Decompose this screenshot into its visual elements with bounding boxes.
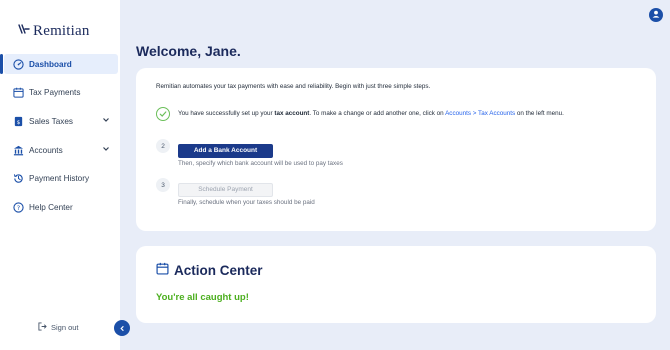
action-center-heading: Action Center: [156, 262, 263, 278]
sidebar-nav: Dashboard Tax Payments $ Sales Taxes Acc…: [0, 54, 120, 226]
setup-step-2: 2 Add a Bank Account Then, specify which…: [156, 139, 343, 167]
signout-icon: [38, 322, 47, 333]
step1-text-bold: tax account: [274, 110, 310, 117]
setup-step-3-subtext: Finally, schedule when your taxes should…: [178, 199, 315, 206]
chevron-down-icon[interactable]: [102, 145, 110, 155]
calendar-icon: [156, 262, 169, 278]
schedule-payment-button: Schedule Payment: [178, 183, 273, 197]
history-icon: [12, 173, 24, 185]
action-center-message: You're all caught up!: [156, 292, 249, 303]
setup-step-3: 3 Schedule Payment Finally, schedule whe…: [156, 178, 315, 206]
dashboard-icon: [12, 58, 24, 70]
sidebar-item-label: Tax Payments: [29, 88, 81, 98]
action-center-card: Action Center You're all caught up!: [136, 246, 656, 323]
svg-text:?: ?: [16, 204, 19, 212]
setup-step-2-body: Add a Bank Account Then, specify which b…: [178, 139, 343, 167]
sidebar-item-sales-taxes[interactable]: $ Sales Taxes: [0, 111, 120, 131]
sidebar-item-help-center[interactable]: ? Help Center: [0, 197, 120, 217]
step1-text-before: You have successfully set up your: [178, 110, 275, 117]
receipt-icon: $: [12, 115, 24, 127]
sidebar-item-accounts[interactable]: Accounts: [0, 140, 120, 160]
setup-step-1-text: You have successfully set up your tax ac…: [178, 107, 564, 121]
user-avatar[interactable]: [649, 8, 663, 22]
signout-button[interactable]: Sign out: [38, 322, 79, 333]
logo-mark-icon: [18, 22, 30, 40]
sidebar-item-label: Dashboard: [29, 59, 72, 69]
setup-step-3-body: Schedule Payment Finally, schedule when …: [178, 178, 315, 206]
sidebar: Remitian Dashboard Tax Payments $ Sales …: [0, 0, 120, 350]
step-number: 3: [156, 178, 170, 192]
calendar-icon: [12, 87, 24, 99]
page-title: Welcome, Jane.: [136, 43, 241, 59]
bank-icon: [12, 144, 24, 156]
sidebar-item-label: Payment History: [29, 174, 90, 184]
svg-text:$: $: [16, 120, 20, 126]
sidebar-item-dashboard[interactable]: Dashboard: [0, 54, 118, 74]
sidebar-item-tax-payments[interactable]: Tax Payments: [0, 83, 120, 103]
add-bank-account-button[interactable]: Add a Bank Account: [178, 144, 273, 158]
sidebar-item-label: Help Center: [29, 202, 73, 212]
step-number: 2: [156, 139, 170, 153]
setup-card: Remitian automates your tax payments wit…: [136, 68, 656, 231]
help-icon: ?: [12, 201, 24, 213]
sidebar-item-label: Accounts: [29, 145, 63, 155]
brand-name: Remitian: [33, 22, 90, 39]
chevron-left-icon: [119, 319, 126, 337]
sidebar-collapse-button[interactable]: [114, 320, 130, 336]
signout-label: Sign out: [51, 323, 79, 332]
chevron-down-icon[interactable]: [102, 116, 110, 126]
sidebar-item-label: Sales Taxes: [29, 116, 73, 126]
sidebar-item-payment-history[interactable]: Payment History: [0, 169, 120, 189]
step1-text-middle: . To make a change or add another one, c…: [309, 110, 446, 117]
check-icon: [156, 107, 170, 121]
accounts-tax-accounts-link[interactable]: Accounts > Tax Accounts: [445, 110, 515, 117]
setup-step-1: You have successfully set up your tax ac…: [156, 107, 564, 121]
setup-intro: Remitian automates your tax payments wit…: [156, 83, 431, 90]
action-center-title: Action Center: [174, 262, 263, 278]
setup-step-2-subtext: Then, specify which bank account will be…: [178, 160, 343, 167]
user-icon: [651, 6, 661, 24]
brand-logo[interactable]: Remitian: [18, 22, 90, 40]
step1-text-after: on the left menu.: [515, 110, 564, 117]
